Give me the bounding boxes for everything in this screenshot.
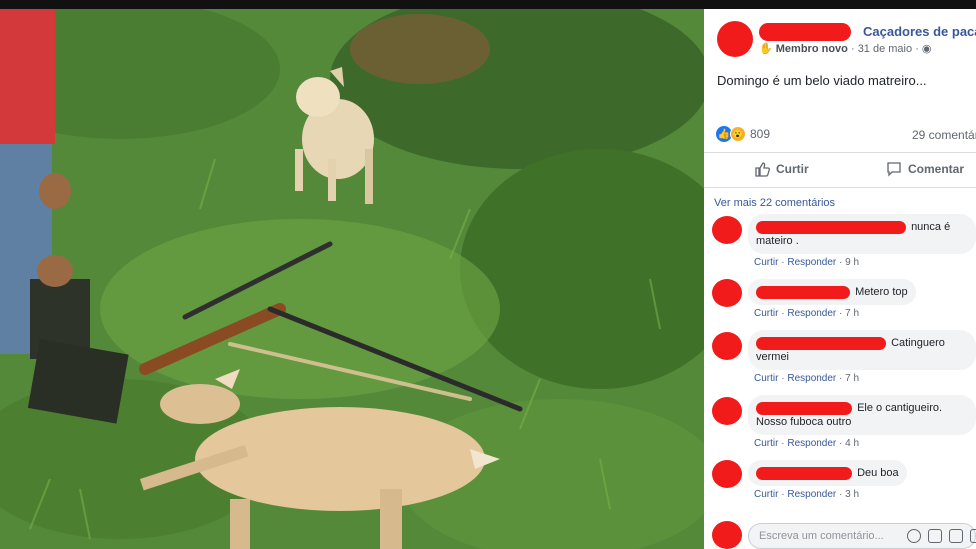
comment-bubble: Ele o cantigueiro. Nosso fuboca outro [748, 395, 976, 435]
comment-text: Deu boa [857, 467, 899, 479]
audience-globe-icon: ◉ [921, 43, 932, 55]
post-actions: Curtir Comentar [704, 153, 976, 187]
comment-input[interactable]: Escreva um comentário... [748, 523, 976, 549]
post-photo[interactable] [0, 9, 704, 549]
member-badge-icon: ✋ [759, 43, 773, 55]
comments-count-link[interactable]: 29 comentár [912, 128, 976, 142]
comment-like-link[interactable]: Curtir [754, 373, 778, 384]
commenter-avatar[interactable] [712, 279, 742, 307]
post-date[interactable]: 31 de maio [858, 43, 912, 55]
comment-time[interactable]: 4 h [845, 438, 859, 449]
comment-input-placeholder: Escreva um comentário... [759, 530, 884, 542]
commenter-name-redaction [756, 336, 886, 350]
like-button[interactable]: Curtir [754, 161, 809, 177]
commenter-name-redaction [756, 220, 906, 234]
more-comments-link[interactable]: Ver mais 22 comentários [714, 197, 835, 209]
comment-bubble-icon [887, 162, 901, 177]
gif-icon[interactable] [949, 529, 963, 543]
sticker-icon[interactable] [970, 529, 976, 543]
group-name-link[interactable]: Caçadores de paca [863, 24, 976, 39]
thumbs-up-icon [755, 162, 770, 177]
comment-bubble: Catinguero vermei [748, 330, 976, 370]
comment-time[interactable]: 9 h [845, 257, 859, 268]
comment-time[interactable]: 7 h [845, 373, 859, 384]
comment-reply-link[interactable]: Responder [787, 373, 836, 384]
hunting-scene-illustration [0, 9, 704, 549]
comment-bubble: Deu boa [748, 460, 907, 486]
comment-bubble: nunca é mateiro . [748, 214, 976, 254]
poster-name-redaction [759, 23, 851, 41]
top-bar [0, 0, 976, 9]
comment-time[interactable]: 3 h [845, 489, 859, 500]
commenter-avatar[interactable] [712, 460, 742, 488]
post-meta: ✋ Membro novo · 31 de maio · ◉ [759, 43, 932, 55]
commenter-name-redaction [756, 466, 852, 480]
camera-icon[interactable] [928, 529, 942, 543]
post-side-panel: Caçadores de paca ✋ Membro novo · 31 de … [704, 9, 976, 549]
comment-meta: Curtir · Responder · 7 h [754, 373, 860, 384]
comment-like-link[interactable]: Curtir [754, 308, 778, 319]
comment-bubble: Metero top [748, 279, 916, 305]
comment-meta: Curtir · Responder · 3 h [754, 489, 860, 500]
poster-avatar[interactable] [717, 21, 753, 57]
comment-time[interactable]: 7 h [845, 308, 859, 319]
comment-meta: Curtir · Responder · 7 h [754, 308, 860, 319]
comment-like-link[interactable]: Curtir [754, 438, 778, 449]
comment-like-link[interactable]: Curtir [754, 257, 778, 268]
member-badge: Membro novo [775, 43, 848, 55]
comment-composer: Escreva um comentário... [704, 515, 976, 549]
reactions-summary[interactable]: 👍 😮 809 [716, 126, 770, 142]
comment-reply-link[interactable]: Responder [787, 308, 836, 319]
comment-reply-link[interactable]: Responder [787, 489, 836, 500]
comment-like-link[interactable]: Curtir [754, 489, 778, 500]
commenter-avatar[interactable] [712, 397, 742, 425]
like-button-label: Curtir [776, 162, 809, 176]
comment-reply-link[interactable]: Responder [787, 438, 836, 449]
wow-reaction-icon: 😮 [730, 126, 746, 142]
reaction-count: 809 [750, 127, 771, 141]
commenter-avatar[interactable] [712, 332, 742, 360]
emoji-icon[interactable] [907, 529, 921, 543]
composer-icons [907, 529, 976, 543]
comment-text: Metero top [855, 286, 908, 298]
commenter-name-redaction [756, 401, 852, 415]
comment-meta: Curtir · Responder · 9 h [754, 257, 860, 268]
current-user-avatar [712, 521, 742, 549]
comment-reply-link[interactable]: Responder [787, 257, 836, 268]
commenter-avatar[interactable] [712, 216, 742, 244]
post-text: Domingo é um belo viado matreiro... [717, 73, 927, 88]
comment-button-label: Comentar [908, 162, 965, 176]
divider [704, 187, 976, 188]
commenter-name-redaction [756, 285, 850, 299]
comment-button[interactable]: Comentar [886, 161, 964, 177]
comment-meta: Curtir · Responder · 4 h [754, 438, 860, 449]
